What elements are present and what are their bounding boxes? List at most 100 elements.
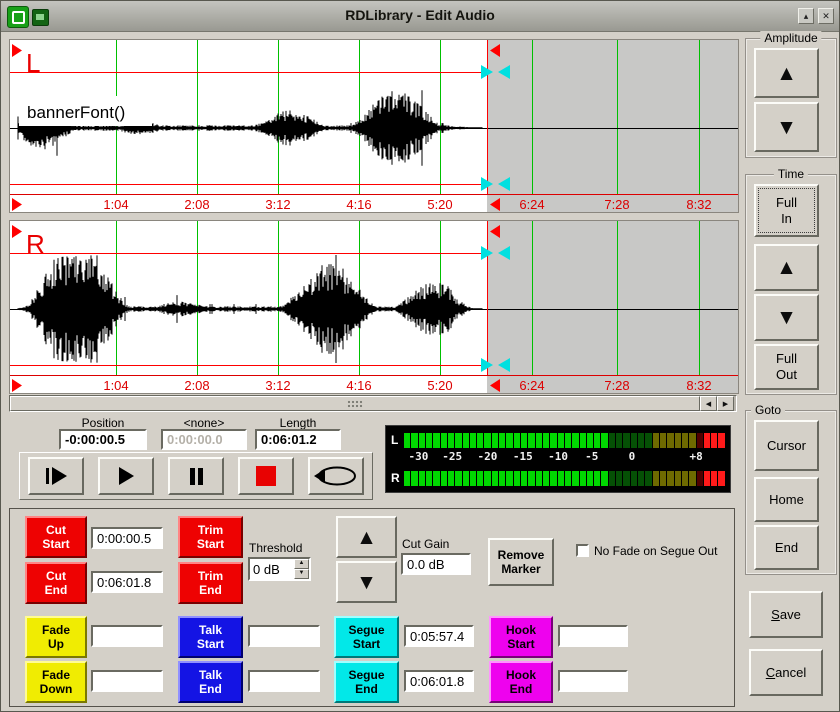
svg-text:7:28: 7:28 xyxy=(604,378,629,393)
shade-icon: ▴ xyxy=(804,11,809,21)
transport-controls xyxy=(19,452,373,500)
threshold-label: Threshold xyxy=(249,541,302,555)
remove-marker-button[interactable]: Remove Marker xyxy=(488,538,554,586)
waveform-left-channel[interactable]: LbannerFont()1:042:083:124:165:206:247:2… xyxy=(9,39,739,213)
amplitude-up-button[interactable]: ▲ xyxy=(754,48,819,98)
down-arrow-icon: ▼ xyxy=(356,572,377,593)
svg-text:7:28: 7:28 xyxy=(604,197,629,212)
threshold-spin-up-icon[interactable]: ▲ xyxy=(294,559,309,569)
time-full-in-button[interactable]: Full In xyxy=(754,184,819,237)
trim-end-button[interactable]: Trim End xyxy=(178,562,243,604)
goto-home-button[interactable]: Home xyxy=(754,477,819,522)
amplitude-down-button[interactable]: ▼ xyxy=(754,102,819,152)
play-from-start-button[interactable] xyxy=(28,457,84,495)
svg-text:4:16: 4:16 xyxy=(346,197,371,212)
gain-up-button[interactable]: ▲ xyxy=(336,516,397,558)
scroll-right-button[interactable]: ▶ xyxy=(717,396,734,411)
cancel-button[interactable]: Cancel xyxy=(749,649,823,696)
threshold-spin-down-icon[interactable]: ▼ xyxy=(294,569,309,579)
meter-left-label: L xyxy=(391,433,398,447)
cut-start-field[interactable]: 0:00:00.5 xyxy=(91,527,163,549)
goto-cursor-button[interactable]: Cursor xyxy=(754,420,819,471)
waveform-scrollbar[interactable]: ◀ ▶ xyxy=(9,395,737,412)
meter-scale: -30-25-20-15-10-50+8 xyxy=(404,450,725,467)
loop-icon xyxy=(314,463,358,489)
length-field: 0:06:01.2 xyxy=(255,429,341,450)
loop-button[interactable] xyxy=(308,457,364,495)
goto-group-label: Goto xyxy=(751,403,785,417)
scrollbar-grip-icon xyxy=(347,400,363,409)
talk-end-button[interactable]: Talk End xyxy=(178,661,243,703)
up-arrow-icon: ▲ xyxy=(776,63,797,84)
trim-start-button[interactable]: Trim Start xyxy=(178,516,243,558)
threshold-spinbox[interactable]: 0 dB ▲ ▼ xyxy=(248,557,311,581)
up-arrow-icon: ▲ xyxy=(776,257,797,278)
gain-down-button[interactable]: ▼ xyxy=(336,561,397,603)
meter-right-bar xyxy=(404,471,725,486)
segue-end-button[interactable]: Segue End xyxy=(334,661,399,703)
stop-icon xyxy=(256,466,276,486)
shade-button[interactable]: ▴ xyxy=(798,8,814,24)
time-zoom-out-button[interactable]: ▼ xyxy=(754,294,819,341)
edit-audio-window: RDLibrary - Edit Audio ▴ ✕ LbannerFont()… xyxy=(0,0,840,712)
scrollbar-thumb[interactable] xyxy=(10,396,700,411)
hook-end-button[interactable]: Hook End xyxy=(489,661,553,703)
waveform-right-channel[interactable]: R1:042:083:124:165:206:247:288:32 xyxy=(9,220,739,394)
fade-up-button[interactable]: Fade Up xyxy=(25,616,87,658)
titlebar: RDLibrary - Edit Audio ▴ ✕ xyxy=(1,1,839,32)
goto-end-button[interactable]: End xyxy=(754,525,819,570)
up-arrow-icon: ▲ xyxy=(356,527,377,548)
svg-text:1:04: 1:04 xyxy=(103,378,128,393)
save-button[interactable]: Save xyxy=(749,591,823,638)
svg-text:8:32: 8:32 xyxy=(686,378,711,393)
position-field: -0:00:00.5 xyxy=(59,429,147,450)
cut-gain-field[interactable]: 0.0 dB xyxy=(401,553,471,575)
audio-meter: L -30-25-20-15-10-50+8 R xyxy=(385,425,731,493)
segue-start-field[interactable]: 0:05:57.4 xyxy=(404,625,474,647)
scroll-left-button[interactable]: ◀ xyxy=(700,396,717,411)
down-arrow-icon: ▼ xyxy=(776,117,797,138)
talk-start-field[interactable] xyxy=(248,625,320,647)
fade-down-field[interactable] xyxy=(91,670,163,692)
play-button[interactable] xyxy=(98,457,154,495)
window-title: RDLibrary - Edit Audio xyxy=(1,7,839,23)
svg-text:6:24: 6:24 xyxy=(519,197,544,212)
cut-gain-label: Cut Gain xyxy=(402,537,449,551)
meter-right-label: R xyxy=(391,471,400,485)
svg-text:3:12: 3:12 xyxy=(265,197,290,212)
svg-text:5:20: 5:20 xyxy=(427,378,452,393)
position-label: Position xyxy=(59,416,147,430)
svg-text:R: R xyxy=(26,229,45,259)
close-button[interactable]: ✕ xyxy=(818,8,834,24)
time-zoom-in-button[interactable]: ▲ xyxy=(754,244,819,291)
segue-start-button[interactable]: Segue Start xyxy=(334,616,399,658)
stop-button[interactable] xyxy=(238,457,294,495)
svg-text:2:08: 2:08 xyxy=(184,197,209,212)
hook-start-field[interactable] xyxy=(558,625,628,647)
cut-end-field[interactable]: 0:06:01.8 xyxy=(91,571,163,593)
no-fade-checkbox[interactable] xyxy=(576,544,589,557)
talk-end-field[interactable] xyxy=(248,670,320,692)
svg-text:5:20: 5:20 xyxy=(427,197,452,212)
meter-left-bar xyxy=(404,433,725,448)
close-icon: ✕ xyxy=(822,11,830,21)
time-group-label: Time xyxy=(774,167,808,181)
talk-start-button[interactable]: Talk Start xyxy=(178,616,243,658)
svg-text:3:12: 3:12 xyxy=(265,378,290,393)
cut-end-button[interactable]: Cut End xyxy=(25,562,87,604)
fade-up-field[interactable] xyxy=(91,625,163,647)
svg-text:1:04: 1:04 xyxy=(103,197,128,212)
hook-end-field[interactable] xyxy=(558,670,628,692)
fade-down-button[interactable]: Fade Down xyxy=(25,661,87,703)
play-icon xyxy=(119,467,134,485)
scroll-left-icon: ◀ xyxy=(706,400,711,408)
segue-end-field[interactable]: 0:06:01.8 xyxy=(404,670,474,692)
length-label: Length xyxy=(255,416,341,430)
svg-text:bannerFont(): bannerFont() xyxy=(27,103,125,122)
pause-button[interactable] xyxy=(168,457,224,495)
marker-name-label: <none> xyxy=(161,416,247,430)
hook-start-button[interactable]: Hook Start xyxy=(489,616,553,658)
time-full-out-button[interactable]: Full Out xyxy=(754,344,819,390)
cut-start-button[interactable]: Cut Start xyxy=(25,516,87,558)
threshold-value[interactable]: 0 dB xyxy=(250,559,294,579)
